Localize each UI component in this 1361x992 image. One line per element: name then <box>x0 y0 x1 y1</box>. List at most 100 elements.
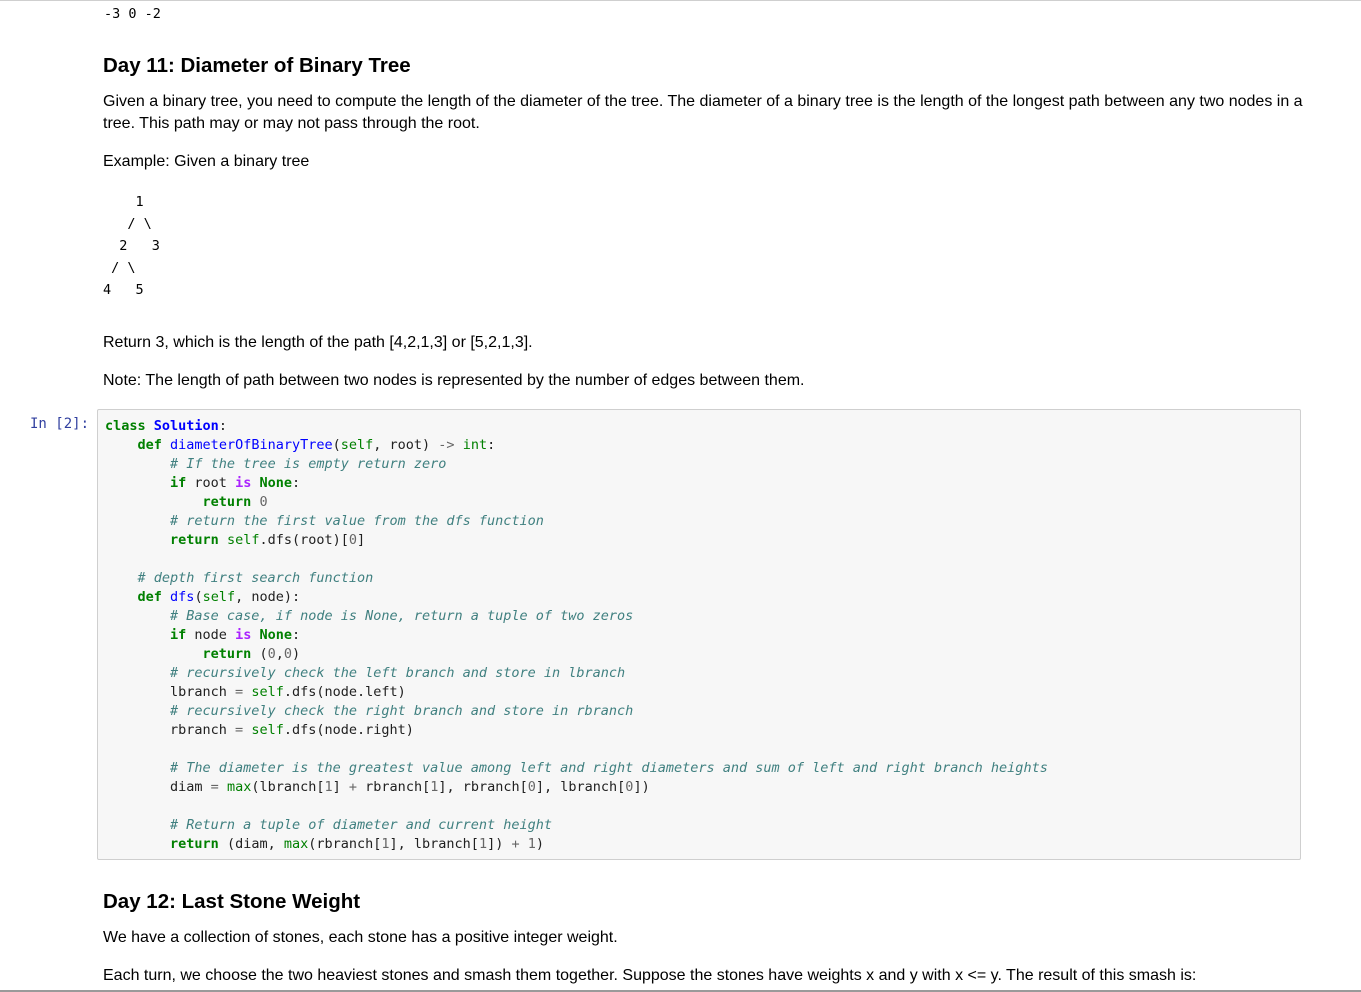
code-line: def dfs(self, node): <box>105 588 1048 607</box>
code-token: self <box>226 532 260 548</box>
code-token: None <box>259 627 292 643</box>
code-line: # depth first search function <box>105 569 1048 588</box>
code-line: return self.dfs(root)[0] <box>105 531 1048 550</box>
code-line: rbranch = self.dfs(node.right) <box>105 721 1048 740</box>
code-line: def diameterOfBinaryTree(self, root) -> … <box>105 436 1048 455</box>
code-token: # Return a tuple of diameter and current… <box>170 817 553 833</box>
code-token: = <box>210 779 219 795</box>
code-token: # recursively check the left branch and … <box>170 665 626 681</box>
code-token: 1 <box>324 779 333 795</box>
code-cell-editor[interactable]: class Solution: def diameterOfBinaryTree… <box>97 409 1301 860</box>
code-token: rbranch <box>105 722 236 738</box>
code-token: : <box>218 418 227 434</box>
day11-note: Note: The length of path between two nod… <box>103 372 805 389</box>
code-token: 0 <box>259 494 268 510</box>
code-token: ]) <box>633 779 650 795</box>
code-token: max <box>283 836 309 852</box>
tree-line: 4 5 <box>103 282 144 298</box>
code-token: def <box>137 437 162 453</box>
day12-turn-text: Each turn, we choose the two heaviest st… <box>103 967 1197 984</box>
code-line: # The diameter is the greatest value amo… <box>105 759 1048 778</box>
code-token: # depth first search function <box>137 570 374 586</box>
code-line: if node is None: <box>105 626 1048 645</box>
day11-return-text: Return 3, which is the length of the pat… <box>103 334 533 351</box>
code-token: ] <box>332 779 349 795</box>
code-token: .dfs(root)[ <box>259 532 349 548</box>
code-token: ]) <box>487 836 512 852</box>
code-token: # recursively check the right branch and… <box>170 703 634 719</box>
code-token: 0 <box>267 646 276 662</box>
code-token: , root) <box>373 437 439 453</box>
code-token: def <box>137 589 162 605</box>
code-line: return (diam, max(rbranch[1], lbranch[1]… <box>105 835 1048 854</box>
code-token: 1 <box>527 836 536 852</box>
code-token: .dfs(node.left) <box>283 684 406 700</box>
tree-line: 1 <box>103 194 144 210</box>
code-token: return <box>170 532 219 548</box>
code-token: , <box>275 646 284 662</box>
code-token: int <box>462 437 488 453</box>
example-tree-diagram: 1 / \ 2 3 / \ 4 5 <box>103 191 160 301</box>
code-line: if root is None: <box>105 474 1048 493</box>
code-line: # If the tree is empty return zero <box>105 455 1048 474</box>
code-line: return 0 <box>105 493 1048 512</box>
previous-cell-output: -3 0 -2 <box>104 6 161 22</box>
code-token: self <box>251 722 284 738</box>
tree-line: 2 3 <box>103 238 160 254</box>
code-token: 0 <box>283 646 293 662</box>
code-token: ( <box>332 437 341 453</box>
code-token: ] <box>357 532 366 548</box>
code-token: : <box>292 475 301 491</box>
code-token: 0 <box>348 532 358 548</box>
code-token: None <box>259 475 292 491</box>
code-token: (rbranch[ <box>308 836 382 852</box>
code-token: if <box>170 627 187 643</box>
tree-line: / \ <box>103 260 136 276</box>
code-token: return <box>170 836 219 852</box>
cell-prompt: In [2]: <box>30 416 90 432</box>
day11-example-intro: Example: Given a binary tree <box>103 153 310 170</box>
code-token: (diam, <box>218 836 284 852</box>
code-token: self <box>202 589 236 605</box>
code-line: # recursively check the left branch and … <box>105 664 1048 683</box>
day12-description: We have a collection of stones, each sto… <box>103 929 618 946</box>
code-token: : <box>292 627 301 643</box>
code-token: ], rbranch[ <box>438 779 528 795</box>
code-token: root <box>186 475 236 491</box>
day12-heading: Day 12: Last Stone Weight <box>103 890 361 913</box>
code-token: 1 <box>381 836 390 852</box>
code-token: Solution <box>153 418 219 434</box>
code-line: class Solution: <box>105 417 1048 436</box>
code-token: diameterOfBinaryTree <box>170 437 333 453</box>
code-token: : <box>487 437 496 453</box>
code-token: + <box>348 779 358 795</box>
code-token: max <box>226 779 252 795</box>
code-token: node <box>186 627 236 643</box>
code-token: + <box>511 836 520 852</box>
code-token: if <box>170 475 187 491</box>
code-block[interactable]: class Solution: def diameterOfBinaryTree… <box>105 417 1048 854</box>
code-token: is <box>235 475 252 491</box>
code-line: lbranch = self.dfs(node.left) <box>105 683 1048 702</box>
day11-heading: Day 11: Diameter of Binary Tree <box>103 54 411 77</box>
